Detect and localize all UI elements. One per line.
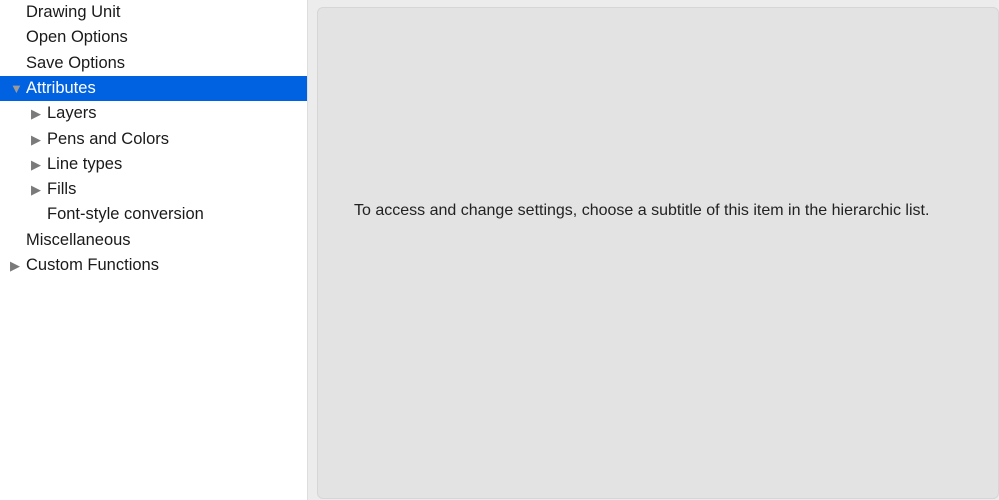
tree-item[interactable]: Miscellaneous (0, 228, 307, 253)
tree-item[interactable]: Save Options (0, 51, 307, 76)
panel-message: To access and change settings, choose a … (354, 202, 930, 219)
tree-item[interactable]: ▶ Line types (0, 152, 307, 177)
disclosure-collapsed-icon[interactable]: ▶ (31, 152, 41, 177)
disclosure-collapsed-icon[interactable]: ▶ (31, 177, 41, 202)
tree-item[interactable]: ▼ Attributes (0, 75, 307, 101)
tree-item-label: Fills (47, 180, 77, 199)
tree-item-label: Save Options (26, 53, 126, 72)
tree-item[interactable]: ▶ Pens and Colors (0, 127, 307, 152)
disclosure-expanded-icon[interactable]: ▼ (10, 76, 23, 101)
settings-panel: To access and change settings, choose a … (317, 7, 999, 499)
tree-item-label: Line types (47, 154, 123, 173)
settings-tree: Drawing Unit Open Options Save Options ▼ Att… (0, 0, 308, 500)
tree-item[interactable]: Open Options (0, 25, 307, 50)
tree-item[interactable]: ▶ Fills (0, 177, 307, 202)
tree-item-label: Custom Functions (26, 256, 159, 274)
tree-item-label: Drawing Unit (26, 3, 121, 21)
disclosure-collapsed-icon[interactable]: ▶ (10, 253, 20, 278)
tree-item-label: Layers (47, 104, 97, 123)
tree-item[interactable]: ▶ Layers (0, 101, 307, 126)
tree-item[interactable]: Font-style conversion (0, 202, 307, 227)
tree-item-label: Pens and Colors (47, 129, 169, 148)
tree-item-label: Attributes (26, 78, 96, 97)
tree-item[interactable]: ▶ Custom Functions (0, 253, 307, 278)
disclosure-collapsed-icon[interactable]: ▶ (31, 101, 41, 126)
tree-item-label: Miscellaneous (26, 230, 131, 249)
tree-item[interactable]: Drawing Unit (0, 0, 307, 25)
tree-item-label: Open Options (26, 28, 128, 47)
tree-item-label: Font-style conversion (47, 205, 204, 224)
disclosure-collapsed-icon[interactable]: ▶ (31, 127, 41, 152)
